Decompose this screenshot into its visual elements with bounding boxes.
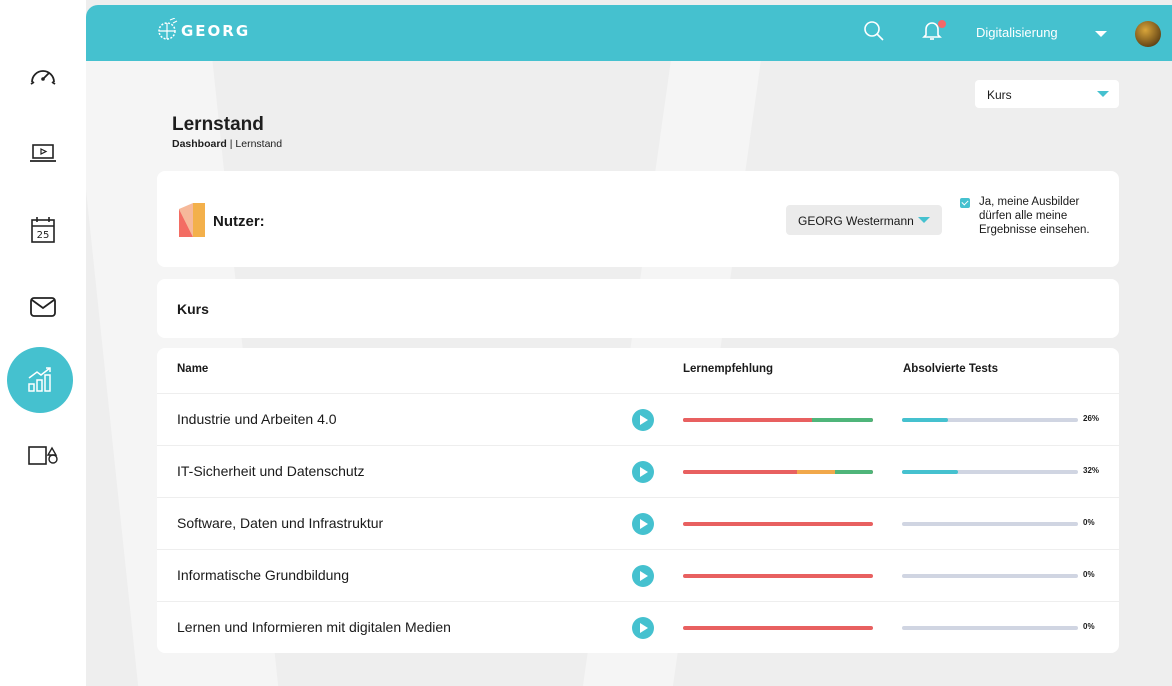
notification-dot [938, 20, 946, 28]
speedometer-icon [30, 70, 56, 85]
tests-progress-bar [902, 470, 1078, 474]
play-icon[interactable] [632, 461, 654, 483]
chevron-down-icon [918, 217, 930, 223]
calendar-day-label: 25 [37, 230, 50, 241]
column-header-recommendation: Lernempfehlung [683, 363, 774, 375]
tests-progress-value: 0% [1083, 570, 1095, 579]
selected-user: GEORG Westermann [798, 214, 914, 228]
course-card-title: Kurs [177, 301, 209, 317]
recommendation-segment-red [683, 522, 873, 526]
table-row[interactable]: Informatische Grundbildung 0% [157, 549, 1119, 601]
search-icon[interactable] [863, 20, 885, 42]
recommendation-segment-red [683, 470, 797, 474]
sidebar: 25 [0, 0, 86, 686]
calendar-icon: 25 [31, 217, 55, 243]
chevron-down-icon [1097, 91, 1109, 97]
play-icon[interactable] [632, 565, 654, 587]
course-name[interactable]: Informatische Grundbildung [177, 567, 349, 583]
course-table: Name Lernempfehlung Absolvierte Tests In… [157, 348, 1119, 653]
breadcrumb: Dashboard | Lernstand [172, 138, 282, 150]
column-header-name: Name [177, 363, 209, 375]
n-logo-icon [179, 203, 205, 237]
mail-icon [30, 297, 56, 317]
sidebar-item-dashboard[interactable] [0, 40, 86, 110]
tests-progress-fill [902, 470, 959, 474]
globe-logo-icon [158, 18, 178, 40]
recommendation-segment-green [812, 418, 873, 422]
recommendation-segment-orange [797, 470, 835, 474]
recommendation-bar [683, 418, 873, 422]
user-label: Nutzer: [213, 213, 265, 230]
sidebar-item-tools[interactable] [0, 420, 86, 490]
play-icon[interactable] [632, 409, 654, 431]
breadcrumb-current: Lernstand [235, 138, 283, 150]
sidebar-item-messages[interactable] [0, 272, 86, 342]
chevron-down-icon[interactable] [1095, 31, 1107, 37]
user-card: Nutzer: GEORG Westermann Ja, meine Ausbi… [157, 171, 1119, 267]
tests-progress-bar [902, 574, 1078, 578]
recommendation-bar [683, 470, 873, 474]
top-bar: GEORG Digitalisierung [86, 5, 1172, 61]
recommendation-segment-green [835, 470, 873, 474]
table-row[interactable]: IT-Sicherheit und Datenschutz 32% [157, 445, 1119, 497]
sidebar-item-calendar[interactable]: 25 [0, 195, 86, 265]
tests-progress-value: 0% [1083, 518, 1095, 527]
tests-progress-value: 32% [1083, 466, 1100, 475]
table-row[interactable]: Industrie und Arbeiten 4.0 26% [157, 393, 1119, 445]
recommendation-bar [683, 522, 873, 526]
video-player-icon [30, 144, 56, 162]
main-area: GEORG Digitalisierung Kurs Lernstand Das… [86, 0, 1172, 686]
play-icon[interactable] [632, 513, 654, 535]
recommendation-segment-red [683, 626, 873, 630]
course-type-select[interactable]: Kurs [975, 80, 1119, 108]
table-row[interactable]: Software, Daten und Infrastruktur 0% [157, 497, 1119, 549]
course-card: Kurs [157, 279, 1119, 338]
user-menu-label[interactable]: Digitalisierung [976, 25, 1058, 40]
course-name[interactable]: Software, Daten und Infrastruktur [177, 515, 383, 531]
tests-progress-fill [902, 418, 948, 422]
sidebar-item-videos[interactable] [0, 118, 86, 188]
shapes-icon [28, 446, 58, 465]
column-header-tests: Absolvierte Tests [903, 363, 999, 375]
course-name[interactable]: Lernen und Informieren mit digitalen Med… [177, 619, 451, 635]
tests-progress-bar [902, 522, 1078, 526]
page-title: Lernstand [172, 114, 264, 135]
brand-name: GEORG [181, 22, 251, 40]
recommendation-bar [683, 574, 873, 578]
table-row[interactable]: Lernen und Informieren mit digitalen Med… [157, 601, 1119, 653]
recommendation-segment-red [683, 574, 873, 578]
sidebar-item-progress[interactable] [7, 347, 73, 413]
recommendation-segment-red [683, 418, 813, 422]
consent-checkbox[interactable] [960, 198, 970, 208]
tests-progress-value: 26% [1083, 414, 1100, 423]
play-icon[interactable] [632, 617, 654, 639]
consent-label: Ja, meine Ausbilder dürfen alle meine Er… [979, 196, 1090, 236]
breadcrumb-dashboard[interactable]: Dashboard [172, 138, 227, 150]
user-select[interactable]: GEORG Westermann [786, 205, 942, 235]
recommendation-bar [683, 626, 873, 630]
chart-icon [28, 367, 51, 392]
tests-progress-bar [902, 418, 1078, 422]
georg-logo[interactable]: GEORG [156, 18, 250, 44]
course-name[interactable]: Industrie und Arbeiten 4.0 [177, 411, 337, 427]
tests-progress-bar [902, 626, 1078, 630]
course-name[interactable]: IT-Sicherheit und Datenschutz [177, 463, 365, 479]
avatar[interactable] [1135, 21, 1161, 47]
course-type-value: Kurs [987, 88, 1012, 102]
tests-progress-value: 0% [1083, 622, 1095, 631]
